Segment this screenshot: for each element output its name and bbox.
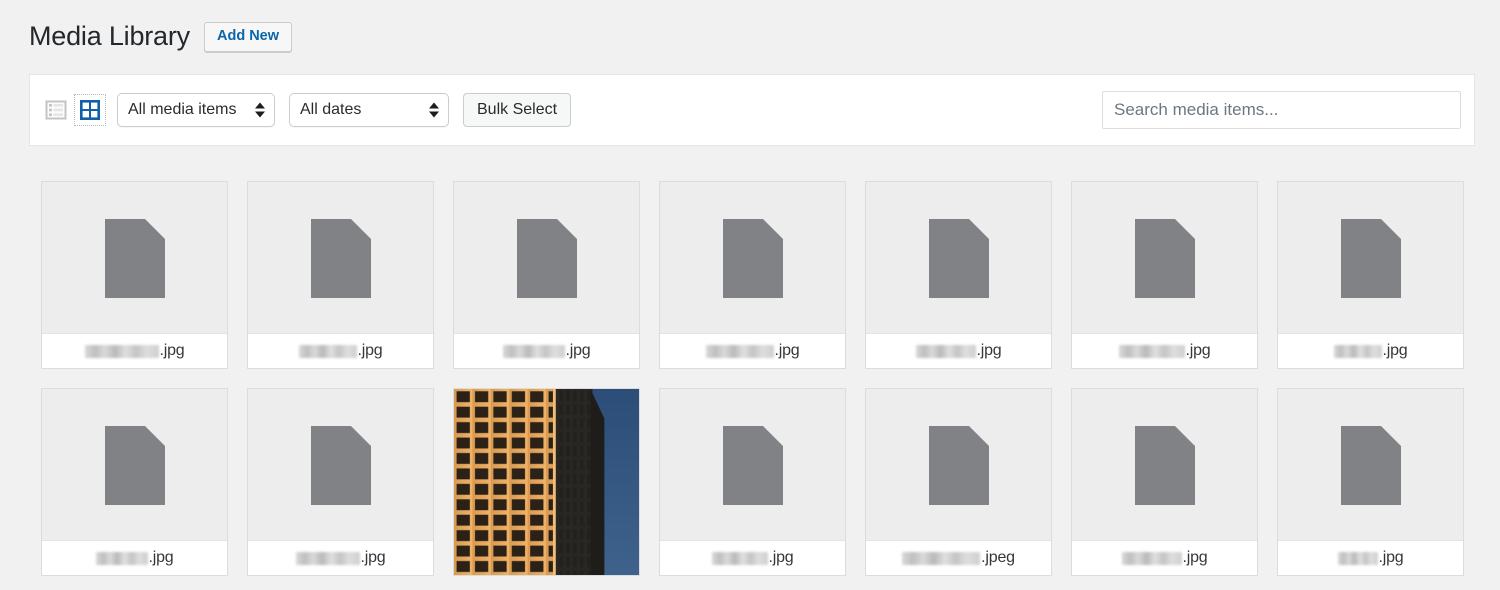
list-view-icon[interactable] — [43, 97, 69, 123]
date-filter-select[interactable]: All dates — [289, 93, 449, 127]
attachment-tile[interactable]: .jpg — [865, 181, 1052, 369]
attachment-filename: .jpg — [660, 540, 845, 575]
attachment-filename: .jpg — [1072, 333, 1257, 368]
document-file-icon — [723, 219, 783, 298]
document-file-icon — [929, 426, 989, 505]
attachment-thumbnail — [248, 182, 433, 334]
attachment-tile[interactable]: .jpg — [659, 181, 846, 369]
redacted-filename — [96, 552, 148, 565]
redacted-filename — [1338, 552, 1378, 565]
attachment-filename: .jpg — [42, 540, 227, 575]
date-filter-value: All dates — [300, 101, 361, 119]
file-extension: .jpg — [769, 549, 794, 567]
document-file-icon — [517, 219, 577, 298]
attachment-filename: .jpg — [1278, 333, 1463, 368]
page-title: Media Library — [29, 19, 190, 54]
attachment-filename: .jpg — [248, 333, 433, 368]
file-extension: .jpg — [1183, 549, 1208, 567]
attachment-filename: .jpg — [42, 333, 227, 368]
attachment-filename: .jpg — [454, 333, 639, 368]
attachment-filename: .jpg — [866, 333, 1051, 368]
attachment-tile[interactable]: .jpg — [247, 388, 434, 576]
bulk-select-button[interactable]: Bulk Select — [463, 93, 571, 127]
attachment-thumbnail — [454, 182, 639, 334]
attachment-thumbnail — [42, 182, 227, 334]
attachments-grid: .jpg .jpg .jpg .jpg .jpg .jpg .jpg .jpg .jpg .jpg… — [41, 181, 1471, 576]
add-new-button[interactable]: Add New — [204, 22, 292, 53]
attachment-filename: .jpg — [660, 333, 845, 368]
building-photo — [454, 389, 639, 575]
attachment-tile[interactable]: .jpg — [1277, 388, 1464, 576]
attachment-tile[interactable]: .jpg — [1071, 388, 1258, 576]
redacted-filename — [1119, 345, 1185, 358]
file-extension: .jpg — [1186, 342, 1211, 360]
redacted-filename — [503, 345, 565, 358]
attachment-tile[interactable]: .jpg — [1071, 181, 1258, 369]
file-extension: .jpg — [977, 342, 1002, 360]
attachment-thumbnail — [454, 389, 639, 575]
file-extension: .jpg — [361, 549, 386, 567]
page-header: Media Library Add New — [0, 0, 1500, 56]
file-extension: .jpg — [358, 342, 383, 360]
file-extension: .jpg — [1383, 342, 1408, 360]
file-extension: .jpg — [149, 549, 174, 567]
attachment-thumbnail — [42, 389, 227, 541]
document-file-icon — [105, 426, 165, 505]
attachment-thumbnail — [1072, 389, 1257, 541]
file-extension: .jpeg — [981, 549, 1015, 567]
redacted-filename — [706, 345, 774, 358]
document-file-icon — [105, 219, 165, 298]
attachment-tile[interactable]: .jpg — [41, 181, 228, 369]
media-toolbar: All media items All dates Bulk Select — [29, 74, 1475, 146]
attachment-thumbnail — [248, 389, 433, 541]
redacted-filename — [296, 552, 360, 565]
media-type-filter-value: All media items — [128, 101, 236, 119]
file-extension: .jpg — [160, 342, 185, 360]
redacted-filename — [1334, 345, 1382, 358]
attachment-tile[interactable]: .jpeg — [865, 388, 1052, 576]
attachment-filename: .jpg — [1072, 540, 1257, 575]
attachment-tile[interactable]: .jpg — [453, 181, 640, 369]
chevron-updown-icon — [255, 103, 265, 118]
redacted-filename — [299, 345, 357, 358]
attachment-tile[interactable]: .jpg — [247, 181, 434, 369]
attachment-filename: .jpg — [1278, 540, 1463, 575]
document-file-icon — [1341, 426, 1401, 505]
grid-view-icon[interactable] — [77, 97, 103, 123]
attachment-thumbnail — [1278, 389, 1463, 541]
attachment-tile[interactable]: .jpg — [1277, 181, 1464, 369]
document-file-icon — [1341, 219, 1401, 298]
attachment-filename: .jpeg — [866, 540, 1051, 575]
media-type-filter-select[interactable]: All media items — [117, 93, 275, 127]
document-file-icon — [1135, 426, 1195, 505]
document-file-icon — [311, 426, 371, 505]
redacted-filename — [85, 345, 159, 358]
document-file-icon — [723, 426, 783, 505]
attachment-tile[interactable]: .jpg — [659, 388, 846, 576]
attachment-thumbnail — [866, 182, 1051, 334]
attachment-thumbnail — [660, 389, 845, 541]
redacted-filename — [1122, 552, 1182, 565]
redacted-filename — [902, 552, 980, 565]
attachment-tile[interactable] — [453, 388, 640, 576]
file-extension: .jpg — [775, 342, 800, 360]
attachment-tile[interactable]: .jpg — [41, 388, 228, 576]
file-extension: .jpg — [566, 342, 591, 360]
file-extension: .jpg — [1379, 549, 1404, 567]
search-input[interactable] — [1102, 91, 1461, 129]
attachment-thumbnail — [866, 389, 1051, 541]
document-file-icon — [311, 219, 371, 298]
attachment-thumbnail — [660, 182, 845, 334]
chevron-updown-icon — [429, 103, 439, 118]
redacted-filename — [916, 345, 976, 358]
document-file-icon — [1135, 219, 1195, 298]
redacted-filename — [712, 552, 768, 565]
attachment-thumbnail — [1278, 182, 1463, 334]
document-file-icon — [929, 219, 989, 298]
attachment-thumbnail — [1072, 182, 1257, 334]
attachment-filename: .jpg — [248, 540, 433, 575]
view-mode-switch — [43, 97, 103, 123]
